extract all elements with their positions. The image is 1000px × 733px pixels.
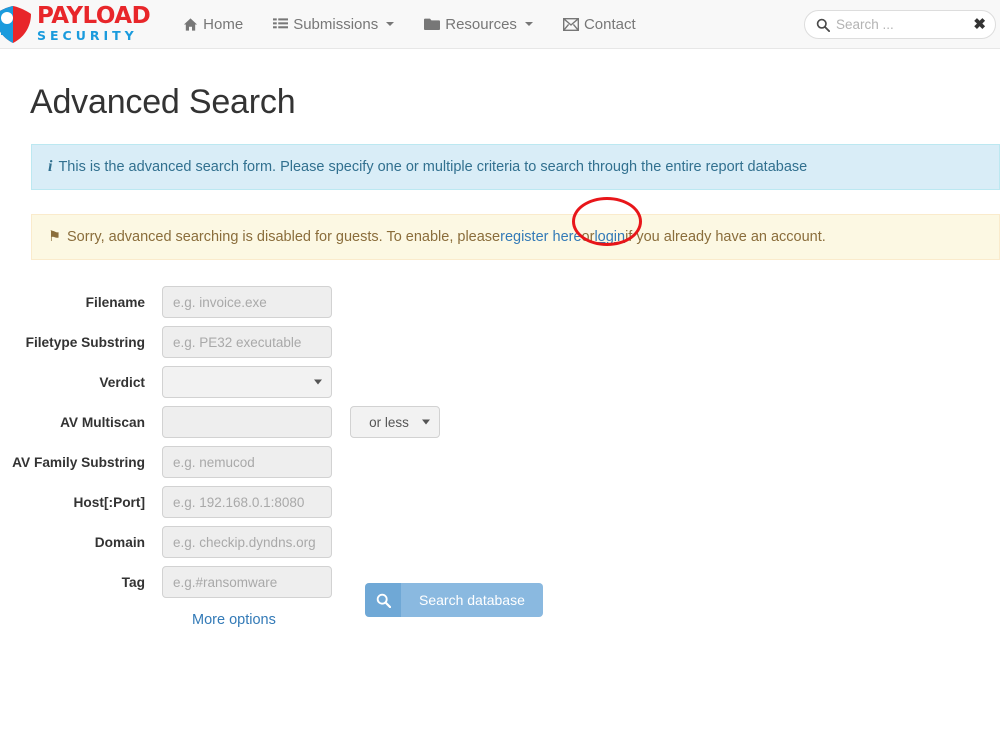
nav-item-contact[interactable]: Contact bbox=[548, 0, 651, 49]
label-av-family-substring: AV Family Substring bbox=[0, 455, 162, 470]
brand-security-text: SECURITY bbox=[37, 29, 150, 43]
info-alert: i This is the advanced search form. Plea… bbox=[31, 144, 1000, 190]
envelope-icon bbox=[563, 18, 579, 31]
form-row-filename: Filename bbox=[0, 286, 1000, 318]
search-input[interactable] bbox=[830, 17, 970, 32]
brand-wordmark: PAYLOAD SECURITY bbox=[37, 5, 150, 43]
page-body: Advanced Search i This is the advanced s… bbox=[0, 49, 1000, 628]
warning-alert: ⚑ Sorry, advanced searching is disabled … bbox=[31, 214, 1000, 260]
av-family-substring-input[interactable] bbox=[162, 446, 332, 478]
shield-logo-icon bbox=[0, 2, 35, 46]
nav-item-resources-label: Resources bbox=[445, 16, 517, 33]
more-options-link[interactable]: More options bbox=[0, 612, 209, 628]
nav-item-home-label: Home bbox=[203, 16, 243, 33]
register-here-link[interactable]: register here bbox=[500, 227, 581, 247]
brand-logo-link[interactable]: PAYLOAD SECURITY bbox=[0, 0, 150, 49]
warning-alert-text-after: if you already have an account. bbox=[625, 227, 826, 247]
login-link[interactable]: login bbox=[594, 227, 625, 247]
label-filename: Filename bbox=[0, 295, 162, 310]
multiscan-modifier-select[interactable]: or less bbox=[350, 406, 440, 438]
form-row-av-multiscan: AV Multiscan or less bbox=[0, 406, 1000, 438]
info-icon: i bbox=[48, 157, 52, 177]
brand-payload-text: PAYLOAD bbox=[37, 5, 150, 28]
list-icon bbox=[273, 17, 288, 31]
filename-input[interactable] bbox=[162, 286, 332, 318]
nav-item-resources[interactable]: Resources bbox=[409, 0, 548, 49]
warning-alert-text-middle: or bbox=[582, 227, 595, 247]
label-verdict: Verdict bbox=[0, 375, 162, 390]
close-icon[interactable]: ✖ bbox=[970, 17, 986, 32]
warning-alert-text-before: Sorry, advanced searching is disabled fo… bbox=[67, 227, 500, 247]
multiscan-modifier-wrapper[interactable]: or less bbox=[332, 406, 440, 438]
nav-items: Home Submissions Resources bbox=[168, 0, 650, 49]
info-alert-text: This is the advanced search form. Please… bbox=[58, 157, 807, 177]
form-row-domain: Domain bbox=[0, 526, 1000, 558]
label-host-port: Host[:Port] bbox=[0, 495, 162, 510]
filetype-substring-input[interactable] bbox=[162, 326, 332, 358]
form-row-verdict: Verdict bbox=[0, 366, 1000, 398]
flag-icon: ⚑ bbox=[48, 227, 61, 247]
verdict-select-wrapper[interactable] bbox=[162, 366, 332, 398]
top-navbar: PAYLOAD SECURITY Home Submission bbox=[0, 0, 1000, 49]
advanced-search-form: Filename Filetype Substring Verdict AV M… bbox=[0, 286, 1000, 628]
label-tag: Tag bbox=[0, 575, 162, 590]
form-row-host-port: Host[:Port] bbox=[0, 486, 1000, 518]
nav-item-submissions-label: Submissions bbox=[293, 16, 378, 33]
chevron-down-icon bbox=[386, 22, 394, 26]
magnifier-icon bbox=[816, 18, 830, 32]
form-row-filetype-substring: Filetype Substring bbox=[0, 326, 1000, 358]
label-filetype-substring: Filetype Substring bbox=[0, 335, 162, 350]
host-port-input[interactable] bbox=[162, 486, 332, 518]
search-database-button[interactable]: Search database bbox=[365, 583, 543, 617]
nav-item-home[interactable]: Home bbox=[168, 0, 258, 49]
tag-input[interactable] bbox=[162, 566, 332, 598]
verdict-select[interactable] bbox=[162, 366, 332, 398]
nav-search-box[interactable]: ✖ bbox=[804, 10, 996, 39]
label-domain: Domain bbox=[0, 535, 162, 550]
folder-icon bbox=[424, 18, 440, 31]
chevron-down-icon bbox=[525, 22, 533, 26]
magnifier-icon bbox=[365, 583, 401, 617]
nav-item-submissions[interactable]: Submissions bbox=[258, 0, 409, 49]
page-title: Advanced Search bbox=[0, 49, 1000, 122]
home-icon bbox=[183, 17, 198, 32]
search-database-button-label: Search database bbox=[401, 583, 543, 617]
av-multiscan-input[interactable] bbox=[162, 406, 332, 438]
label-av-multiscan: AV Multiscan bbox=[0, 415, 162, 430]
form-row-av-family-substring: AV Family Substring bbox=[0, 446, 1000, 478]
domain-input[interactable] bbox=[162, 526, 332, 558]
nav-item-contact-label: Contact bbox=[584, 16, 636, 33]
